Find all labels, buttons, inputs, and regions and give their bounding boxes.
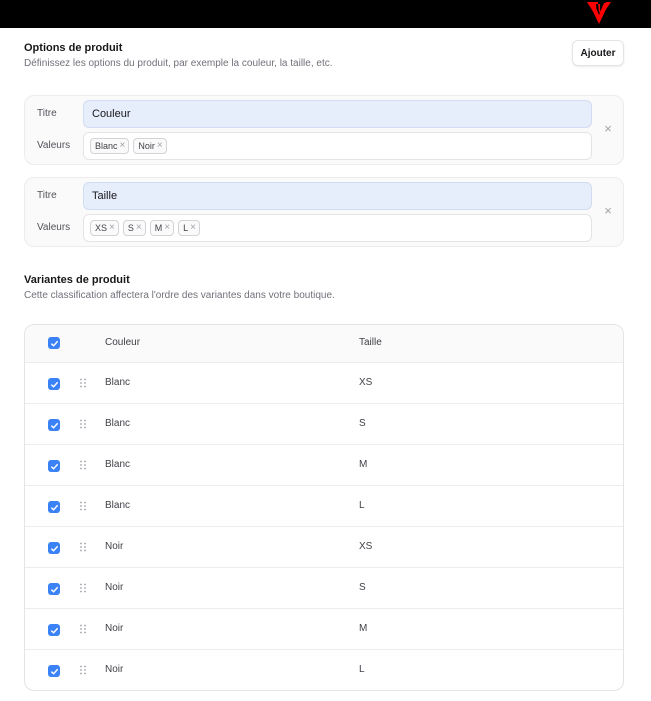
column-header-color[interactable]: Couleur (105, 337, 140, 348)
row-checkbox[interactable] (48, 378, 60, 390)
row-checkbox[interactable] (48, 419, 60, 431)
drag-handle-icon[interactable] (79, 460, 87, 470)
drag-handle-icon[interactable] (79, 624, 87, 634)
drag-handle-icon[interactable] (79, 378, 87, 388)
options-section-title: Options de produit (24, 42, 123, 54)
chip-remove-icon[interactable]: × (109, 223, 115, 233)
check-icon (50, 586, 58, 593)
option-values-row: Valeurs XS × S × M × L × (25, 214, 595, 242)
chip-remove-icon[interactable]: × (120, 141, 126, 151)
drag-handle-icon[interactable] (79, 583, 87, 593)
remove-option-icon[interactable]: × (601, 122, 615, 136)
cell-size: L (359, 500, 365, 511)
row-checkbox[interactable] (48, 665, 60, 677)
drag-handle-icon[interactable] (79, 665, 87, 675)
check-icon (50, 545, 58, 552)
cell-color: Noir (105, 623, 124, 634)
option-card-color: Titre Couleur Valeurs Blanc × Noir × × (24, 95, 624, 165)
table-row[interactable]: Noir L (25, 650, 623, 690)
chip-label: Noir (138, 141, 155, 151)
check-icon (50, 463, 58, 470)
chip-remove-icon[interactable]: × (190, 223, 196, 233)
table-row[interactable]: Blanc XS (25, 363, 623, 404)
chip-remove-icon[interactable]: × (164, 223, 170, 233)
column-header-size[interactable]: Taille (359, 337, 382, 348)
cell-color: Noir (105, 664, 124, 675)
value-chip: Noir × (133, 138, 167, 154)
row-checkbox[interactable] (48, 460, 60, 472)
value-chip: S × (122, 220, 146, 236)
cell-color: Blanc (105, 459, 131, 470)
option-values-input[interactable]: XS × S × M × L × (83, 214, 592, 242)
value-chip: XS × (90, 220, 119, 236)
variants-section-subtitle: Cette classification affectera l'ordre d… (24, 290, 335, 301)
cell-color: Blanc (105, 418, 131, 429)
option-title-label: Titre (37, 108, 57, 119)
table-row[interactable]: Blanc L (25, 486, 623, 527)
option-values-label: Valeurs (37, 222, 71, 233)
chip-label: S (127, 223, 134, 233)
cell-size: L (359, 664, 365, 675)
check-icon (50, 381, 58, 388)
cell-size: S (359, 582, 366, 593)
check-icon (50, 668, 58, 675)
variants-table: Couleur Taille Blanc XS Blanc S Blanc M Blanc L… (24, 324, 624, 691)
row-checkbox[interactable] (48, 542, 60, 554)
option-title-row: Titre Couleur (25, 100, 595, 128)
chip-label: Blanc (95, 141, 118, 151)
option-title-label: Titre (37, 190, 57, 201)
table-row[interactable]: Blanc M (25, 445, 623, 486)
chip-label: L (183, 223, 189, 233)
value-chip: M × (149, 220, 175, 236)
cell-color: Noir (105, 541, 124, 552)
select-all-checkbox[interactable] (48, 337, 60, 349)
value-chip: Blanc × (90, 138, 130, 154)
table-row[interactable]: Blanc S (25, 404, 623, 445)
drag-handle-icon[interactable] (79, 419, 87, 429)
drag-handle-icon[interactable] (79, 542, 87, 552)
option-title-input[interactable]: Taille (83, 182, 592, 210)
options-section-subtitle: Définissez les options du produit, par e… (24, 58, 333, 69)
cell-size: XS (359, 541, 373, 552)
variants-section-title: Variantes de produit (24, 274, 130, 286)
value-chip: L × (178, 220, 200, 236)
cell-color: Blanc (105, 500, 131, 511)
option-values-input[interactable]: Blanc × Noir × (83, 132, 592, 160)
chip-remove-icon[interactable]: × (157, 141, 163, 151)
option-title-row: Titre Taille (25, 182, 595, 210)
cell-size: XS (359, 377, 373, 388)
remove-option-icon[interactable]: × (601, 204, 615, 218)
chip-remove-icon[interactable]: × (136, 223, 142, 233)
cell-color: Noir (105, 582, 124, 593)
option-card-size: Titre Taille Valeurs XS × S × M × L × × (24, 177, 624, 247)
add-option-button[interactable]: Ajouter (572, 40, 624, 66)
row-checkbox[interactable] (48, 624, 60, 636)
row-checkbox[interactable] (48, 501, 60, 513)
top-bar (0, 0, 651, 28)
cell-color: Blanc (105, 377, 131, 388)
cell-size: S (359, 418, 366, 429)
option-values-row: Valeurs Blanc × Noir × (25, 132, 595, 160)
table-row[interactable]: Noir S (25, 568, 623, 609)
cell-size: M (359, 623, 368, 634)
cell-size: M (359, 459, 368, 470)
cursor-arrow-icon (587, 2, 611, 24)
drag-handle-icon[interactable] (79, 501, 87, 511)
option-title-input[interactable]: Couleur (83, 100, 592, 128)
table-row[interactable]: Noir XS (25, 527, 623, 568)
check-icon (50, 627, 58, 634)
check-icon (50, 504, 58, 511)
check-icon (50, 422, 58, 429)
table-header-row: Couleur Taille (25, 325, 623, 363)
row-checkbox[interactable] (48, 583, 60, 595)
table-row[interactable]: Noir M (25, 609, 623, 650)
chip-label: XS (95, 223, 108, 233)
check-icon (50, 340, 58, 347)
chip-label: M (154, 223, 163, 233)
option-values-label: Valeurs (37, 140, 71, 151)
